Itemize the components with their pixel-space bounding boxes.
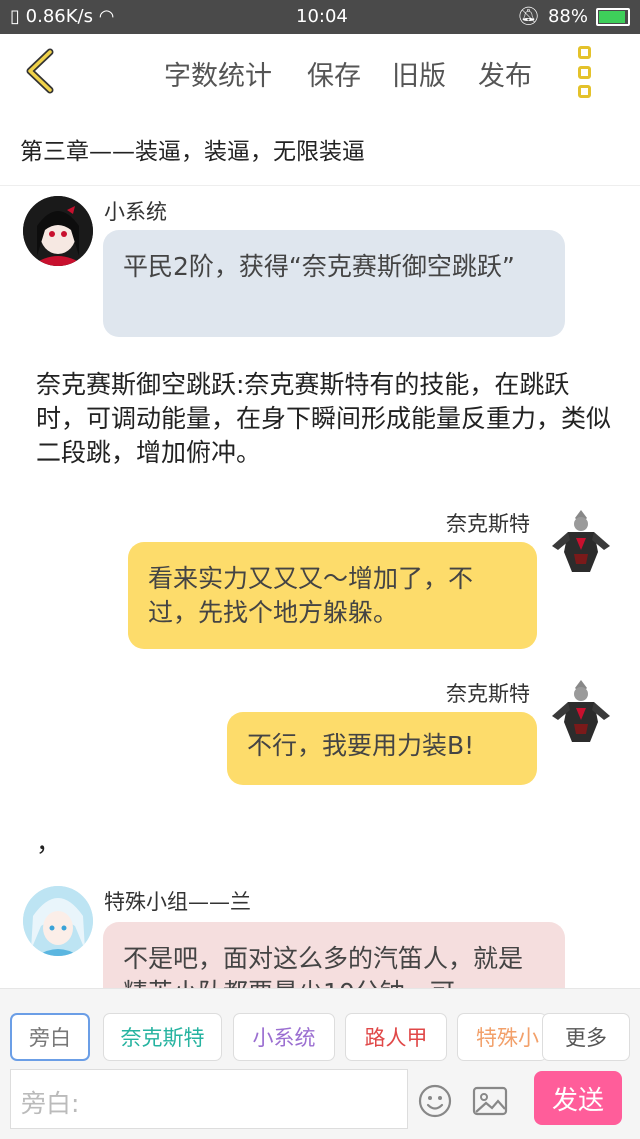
role-chip-special[interactable]: 特殊小	[457, 1013, 547, 1061]
speaker-name: 奈克斯特	[446, 512, 530, 536]
role-chip-narrator[interactable]: 旁白	[10, 1013, 90, 1061]
wifi-icon: ◠	[98, 6, 115, 27]
battery-percent: 88%	[547, 6, 588, 27]
speaker-name: 特殊小组——兰	[104, 890, 251, 914]
bottom-panel: 旁白 奈克斯特 小系统 路人甲 特殊小 更多 旁白: 发送	[0, 988, 640, 1139]
back-arrow-icon[interactable]	[20, 48, 64, 94]
more-menu-icon[interactable]	[578, 46, 600, 98]
role-chip-passerby[interactable]: 路人甲	[345, 1013, 447, 1061]
role-chip-nexus[interactable]: 奈克斯特	[103, 1013, 222, 1061]
avatar-hero	[546, 506, 616, 576]
save-button[interactable]: 保存	[307, 54, 361, 93]
narration-text[interactable]: 奈克赛斯御空跳跃:奈克赛斯特有的技能，在跳跃时，可调动能量，在身下瞬间形成能量反…	[36, 368, 616, 470]
mute-bell-icon: 🔕︎	[517, 6, 540, 27]
old-version-button[interactable]: 旧版	[392, 54, 446, 93]
clock: 10:04	[296, 6, 348, 27]
publish-button[interactable]: 发布	[478, 54, 532, 93]
avatar-system	[23, 196, 93, 266]
narration-text[interactable]: ，	[36, 826, 616, 860]
more-roles-button[interactable]: 更多	[542, 1013, 630, 1061]
message-input[interactable]: 旁白:	[10, 1069, 408, 1129]
message-bubble-hero[interactable]: 不行，我要用力装B!	[227, 712, 537, 785]
message-bubble-system[interactable]: 平民2阶，获得“奈克赛斯御空跳跃”	[103, 230, 565, 337]
divider	[0, 185, 640, 186]
battery-icon	[596, 7, 630, 26]
chapter-title[interactable]: 第三章——装逼，装逼，无限装逼	[20, 132, 365, 166]
send-button[interactable]: 发送	[534, 1071, 622, 1125]
avatar-hero	[546, 676, 616, 746]
speaker-name: 小系统	[104, 200, 167, 224]
word-count-button[interactable]: 字数统计	[164, 54, 272, 93]
network-speed: 0.86K/s	[25, 6, 93, 27]
message-bubble-hero[interactable]: 看来实力又又又～增加了，不过，先找个地方躲躲。	[128, 542, 537, 649]
top-toolbar: 字数统计 保存 旧版 发布	[0, 34, 640, 108]
role-chip-system[interactable]: 小系统	[233, 1013, 335, 1061]
status-bar: ▯ 0.86K/s ◠ 10:04 🔕︎ 88%	[0, 0, 640, 34]
speaker-name: 奈克斯特	[446, 682, 530, 706]
avatar-team	[23, 886, 93, 956]
image-icon[interactable]	[472, 1084, 508, 1118]
emoji-icon[interactable]	[418, 1084, 452, 1118]
sim-icon: ▯	[10, 6, 20, 27]
